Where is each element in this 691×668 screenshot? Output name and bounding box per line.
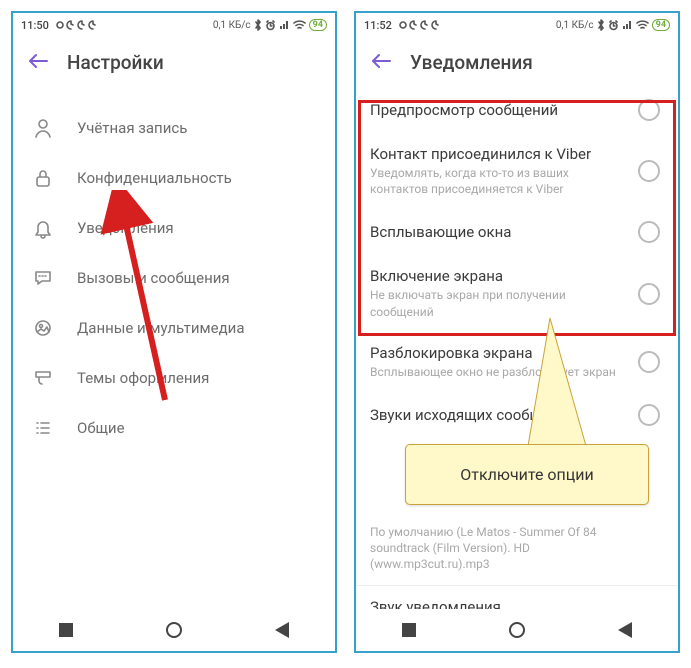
- app-header: Настройки: [13, 37, 335, 87]
- notif-subtitle: По умолчанию (Le Matos - Summer Of 84 so…: [370, 524, 650, 573]
- page-title: Уведомления: [410, 51, 533, 74]
- notif-item-popups[interactable]: Всплывающие окна: [356, 209, 678, 255]
- alarm-icon: [265, 20, 276, 31]
- settings-item-label: Уведомления: [77, 219, 174, 237]
- settings-list: Учётная запись Конфиденциальность Уведом…: [13, 87, 335, 453]
- brush-icon: [31, 366, 55, 390]
- back-arrow-icon[interactable]: [370, 52, 392, 72]
- toggle-radio[interactable]: [638, 404, 660, 426]
- bluetooth-icon: [254, 19, 262, 31]
- status-left-icons: [55, 20, 98, 30]
- status-bar: 11:52 0,1 КБ/с 94: [356, 13, 678, 37]
- user-icon: [31, 116, 55, 140]
- nav-recent-icon[interactable]: [402, 623, 416, 637]
- media-icon: [31, 316, 55, 340]
- settings-item-label: Учётная запись: [77, 119, 187, 137]
- settings-item-themes[interactable]: Темы оформления: [13, 353, 335, 403]
- notif-subtitle: Уведомлять, когда кто-то из ваших контак…: [370, 165, 628, 197]
- alarm-icon: [608, 20, 619, 31]
- settings-item-media[interactable]: Данные и мультимедиа: [13, 303, 335, 353]
- nav-home-icon[interactable]: [509, 622, 525, 638]
- status-bar: 11:50 0,1 КБ/с 94: [13, 13, 335, 37]
- nav-back-icon[interactable]: [275, 622, 289, 638]
- nav-home-icon[interactable]: [166, 622, 182, 638]
- notif-item-preview[interactable]: Предпросмотр сообщений: [356, 87, 678, 133]
- notif-title: Разблокировка экрана: [370, 344, 628, 362]
- lock-icon: [31, 166, 55, 190]
- notif-subtitle: Не включать экран при получении сообщени…: [370, 287, 628, 319]
- toggle-radio[interactable]: [638, 99, 660, 121]
- notif-item-screen-on[interactable]: Включение экрана Не включать экран при п…: [356, 255, 678, 331]
- phone-notifications: 11:52 0,1 КБ/с 94 Уведомления Предпросмо…: [354, 11, 680, 653]
- status-left-icons: [398, 20, 441, 30]
- notif-title: Всплывающие окна: [370, 223, 628, 241]
- settings-item-label: Темы оформления: [77, 369, 209, 387]
- status-right: 0,1 КБ/с 94: [213, 19, 327, 31]
- toggle-radio[interactable]: [638, 221, 660, 243]
- toggle-radio[interactable]: [638, 283, 660, 305]
- status-net: 0,1 КБ/с: [556, 20, 594, 31]
- nav-back-icon[interactable]: [618, 622, 632, 638]
- status-time: 11:50: [21, 19, 49, 32]
- settings-item-label: Конфиденциальность: [77, 169, 232, 187]
- notif-subtitle: Всплывающее окно не разблокирует экран: [370, 364, 628, 380]
- notif-item-outgoing-sounds[interactable]: Звуки исходящих сообщений: [356, 392, 678, 438]
- status-time: 11:52: [364, 19, 392, 32]
- back-arrow-icon[interactable]: [27, 52, 49, 72]
- status-right: 0,1 КБ/с 94: [556, 19, 670, 31]
- annotation-callout: Отключите опции: [405, 444, 649, 505]
- notif-item-unlock[interactable]: Разблокировка экрана Всплывающее окно не…: [356, 332, 678, 392]
- settings-item-notifications[interactable]: Уведомления: [13, 203, 335, 253]
- battery-icon: 94: [309, 19, 327, 31]
- settings-item-label: Данные и мультимедиа: [77, 319, 244, 337]
- app-header: Уведомления: [356, 37, 678, 87]
- settings-item-privacy[interactable]: Конфиденциальность: [13, 153, 335, 203]
- nav-recent-icon[interactable]: [59, 623, 73, 637]
- settings-item-account[interactable]: Учётная запись: [13, 103, 335, 153]
- settings-item-label: Общие: [77, 419, 125, 437]
- battery-icon: 94: [652, 19, 670, 31]
- notif-title: Предпросмотр сообщений: [370, 101, 628, 119]
- notif-item-contact-joined[interactable]: Контакт присоединился к Viber Уведомлять…: [356, 133, 678, 209]
- settings-item-general[interactable]: Общие: [13, 403, 335, 453]
- notif-title: Контакт присоединился к Viber: [370, 145, 628, 163]
- toggle-radio[interactable]: [638, 351, 660, 373]
- signal-icon: [279, 20, 290, 30]
- nav-bar: [356, 609, 678, 651]
- toggle-radio[interactable]: [638, 160, 660, 182]
- signal-icon: [622, 20, 633, 30]
- nav-bar: [13, 609, 335, 651]
- annotation-callout-text: Отключите опции: [460, 465, 593, 484]
- notif-title: Включение экрана: [370, 267, 628, 285]
- settings-item-calls[interactable]: Вызовы и сообщения: [13, 253, 335, 303]
- wifi-icon: [636, 20, 649, 30]
- settings-item-label: Вызовы и сообщения: [77, 269, 230, 287]
- page-title: Настройки: [67, 51, 164, 74]
- list-icon: [31, 416, 55, 440]
- notifications-list: Предпросмотр сообщений Контакт присоедин…: [356, 87, 678, 628]
- notif-item-ringtone[interactable]: По умолчанию (Le Matos - Summer Of 84 so…: [356, 518, 678, 585]
- status-net: 0,1 КБ/с: [213, 20, 251, 31]
- notif-title: Звуки исходящих сообщений: [370, 406, 628, 424]
- bell-icon: [31, 216, 55, 240]
- wifi-icon: [293, 20, 306, 30]
- bluetooth-icon: [597, 19, 605, 31]
- chat-icon: [31, 266, 55, 290]
- phone-settings: 11:50 0,1 КБ/с 94 Настройки Учётная запи…: [11, 11, 337, 653]
